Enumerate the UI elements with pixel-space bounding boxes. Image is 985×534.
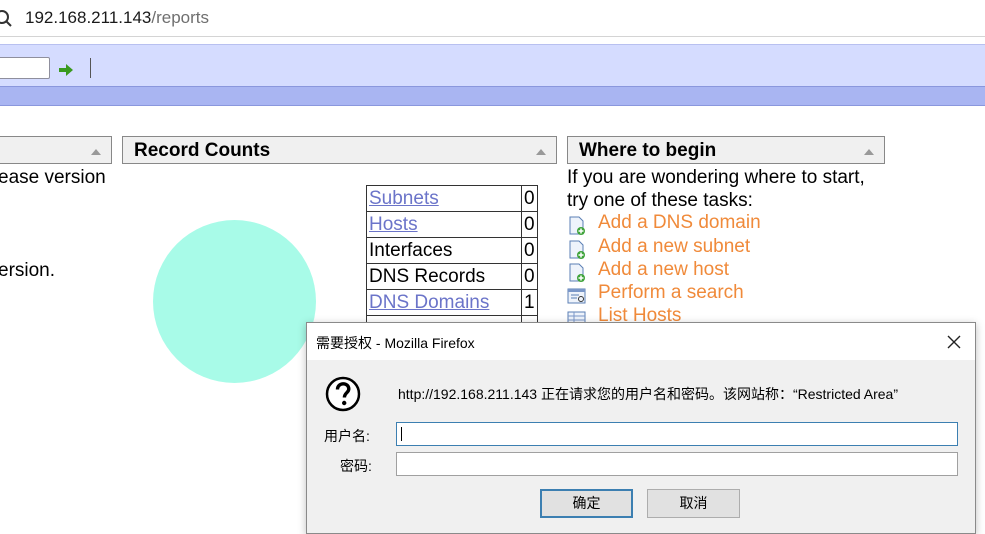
table-row: DNS Records 0	[366, 263, 538, 290]
auth-dialog: 需要授权 - Mozilla Firefox http://192.168.21…	[306, 322, 976, 534]
task-label: Add a new host	[598, 259, 729, 280]
cancel-button[interactable]: 取消	[647, 489, 740, 518]
table-cell-name: Hosts	[366, 211, 522, 238]
task-label: Add a new subnet	[598, 236, 751, 257]
record-counts-header: Record Counts	[122, 136, 557, 164]
table-cell-count: 1	[521, 289, 538, 316]
left-panel-line-1: ease version	[0, 167, 106, 188]
table-cell-count: 0	[521, 263, 538, 290]
where-to-begin-header: Where to begin	[567, 136, 885, 164]
task-label: Add a DNS domain	[598, 212, 761, 233]
nav-strip	[0, 86, 985, 106]
dns-domains-link[interactable]: DNS Domains	[369, 292, 489, 313]
url-bar[interactable]: 192.168.211.143/reports	[0, 0, 985, 37]
table-cell-count: 0	[521, 211, 538, 238]
table-cell-name: Subnets	[366, 185, 522, 212]
where-to-begin-intro-1: If you are wondering where to start,	[567, 167, 865, 188]
dialog-title: 需要授权 - Mozilla Firefox	[316, 335, 475, 351]
dialog-titlebar[interactable]: 需要授权 - Mozilla Firefox	[307, 323, 975, 360]
add-page-icon	[569, 216, 585, 235]
table-cell-name: DNS Records	[366, 263, 522, 290]
table-cell-name: Interfaces	[366, 237, 522, 264]
subnets-link[interactable]: Subnets	[369, 188, 439, 209]
search-icon	[0, 10, 12, 27]
record-counts-table: Subnets 0 Hosts 0 Interfaces 0 DNS Recor…	[366, 185, 538, 342]
search-form-icon	[567, 288, 586, 304]
text-caret	[401, 427, 402, 441]
left-panel-header	[0, 136, 112, 164]
url-text[interactable]: 192.168.211.143/reports	[25, 8, 209, 28]
dialog-message: http://192.168.211.143 正在请求您的用户名和密码。该网站称…	[398, 386, 899, 402]
where-to-begin-title: Where to begin	[579, 140, 717, 161]
collapse-triangle-icon[interactable]	[864, 149, 874, 155]
table-cell-count: 0	[521, 237, 538, 264]
table-cell-count: 0	[521, 185, 538, 212]
app-toolbar	[0, 44, 985, 87]
question-mark-icon	[325, 376, 361, 412]
username-field[interactable]	[396, 422, 958, 446]
username-label: 用户名:	[324, 428, 370, 444]
password-label: 密码:	[340, 458, 372, 474]
url-path: /reports	[151, 8, 210, 27]
ok-button[interactable]: 确定	[540, 489, 633, 518]
password-field[interactable]	[396, 452, 958, 476]
green-arrow-right-icon[interactable]	[59, 64, 73, 76]
left-panel-line-2: ersion.	[0, 260, 56, 281]
quick-search-input[interactable]	[0, 57, 50, 79]
add-page-icon	[569, 263, 585, 282]
where-to-begin-intro-2: try one of these tasks:	[567, 190, 753, 211]
table-cell-name: DNS Domains	[366, 289, 522, 316]
url-host: 192.168.211.143	[25, 8, 152, 27]
toolbar-separator	[90, 58, 91, 78]
table-row: Subnets 0	[366, 185, 538, 212]
task-label: Perform a search	[598, 282, 744, 303]
close-icon[interactable]	[943, 331, 965, 353]
collapse-triangle-icon[interactable]	[536, 149, 546, 155]
table-row: DNS Domains 1	[366, 289, 538, 316]
record-counts-pie	[153, 220, 316, 383]
table-row: Interfaces 0	[366, 237, 538, 264]
record-counts-title: Record Counts	[134, 140, 271, 161]
collapse-triangle-icon[interactable]	[91, 149, 101, 155]
table-row: Hosts 0	[366, 211, 538, 238]
hosts-link[interactable]: Hosts	[369, 214, 418, 235]
add-page-icon	[569, 240, 585, 259]
